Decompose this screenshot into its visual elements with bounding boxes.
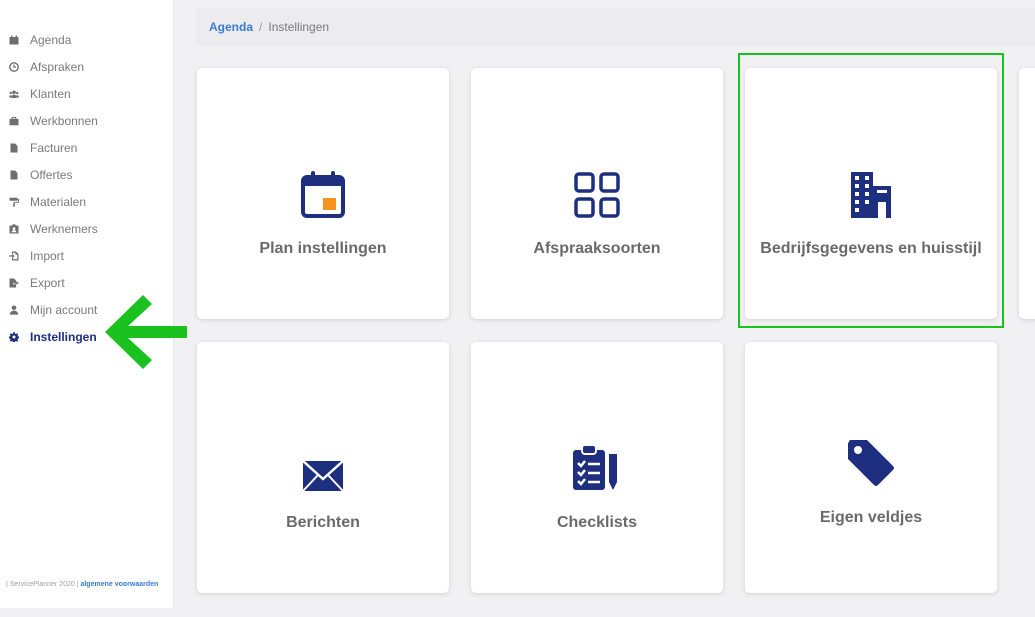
envelope-icon xyxy=(302,432,344,492)
sidebar-item-afspraken[interactable]: Afspraken xyxy=(0,53,173,80)
card-eigen-veldjes[interactable]: Eigen veldjes xyxy=(745,342,997,593)
breadcrumb-link-agenda[interactable]: Agenda xyxy=(209,20,253,34)
card-bedrijfsgegevens[interactable]: Bedrijfsgegevens en huisstijl xyxy=(745,68,997,319)
sidebar-item-werkbonnen[interactable]: Werkbonnen xyxy=(0,107,173,134)
users-icon xyxy=(8,88,20,100)
sidebar-item-werknemers[interactable]: Werknemers xyxy=(0,215,173,242)
sidebar-item-offertes[interactable]: Offertes xyxy=(0,161,173,188)
sidebar-item-klanten[interactable]: Klanten xyxy=(0,80,173,107)
card-label: Berichten xyxy=(286,514,360,531)
tag-icon xyxy=(847,427,895,487)
calendar-icon xyxy=(301,158,345,218)
sidebar-item-label: Werknemers xyxy=(30,221,98,236)
clock-icon xyxy=(8,61,20,73)
sidebar-item-label: Materialen xyxy=(30,194,87,209)
breadcrumb-current: Instellingen xyxy=(268,20,330,34)
sidebar-item-label: Offertes xyxy=(30,167,73,182)
sidebar-item-label: Klanten xyxy=(30,86,71,101)
sidebar-item-label: Werkbonnen xyxy=(30,113,98,128)
card-label: Plan instellingen xyxy=(259,240,387,257)
sidebar-item-facturen[interactable]: Facturen xyxy=(0,134,173,161)
card-label: Bedrijfsgegevens en huisstijl xyxy=(760,240,982,257)
card-label: Checklists xyxy=(556,514,638,531)
building-icon xyxy=(851,158,891,218)
grid-icon xyxy=(574,158,620,218)
sidebar-item-materialen[interactable]: Materialen xyxy=(0,188,173,215)
sidebar-item-label: Facturen xyxy=(30,140,78,155)
sidebar-item-label: Agenda xyxy=(30,32,72,47)
export-icon xyxy=(8,277,20,289)
card-checklists[interactable]: Checklists xyxy=(471,342,723,593)
id-badge-icon xyxy=(8,223,20,235)
calendar-icon xyxy=(8,34,20,46)
gear-icon xyxy=(8,331,20,343)
briefcase-icon xyxy=(8,115,20,127)
card-plan-instellingen[interactable]: Plan instellingen xyxy=(197,68,449,319)
clipboard-check-icon xyxy=(573,432,621,492)
import-icon xyxy=(8,250,20,262)
card-label: Eigen veldjes xyxy=(819,509,923,526)
sidebar-item-export[interactable]: Export xyxy=(0,269,173,296)
card-partial[interactable] xyxy=(1019,68,1035,319)
sidebar-footer: | ServicePlanner 2020 | algemene voorwaa… xyxy=(6,581,158,588)
terms-link[interactable]: algemene voorwaarden xyxy=(80,581,158,588)
file-icon xyxy=(8,142,20,154)
sidebar-item-label: Export xyxy=(30,275,65,290)
copyright-text: | ServicePlanner 2020 | xyxy=(6,581,79,588)
sidebar-item-label: Instellingen xyxy=(30,329,97,344)
card-label: Afspraaksoorten xyxy=(533,240,661,257)
sidebar-item-label: Import xyxy=(30,248,65,263)
breadcrumb: Agenda / Instellingen xyxy=(196,8,1035,46)
sidebar-item-label: Afspraken xyxy=(30,59,85,74)
user-icon xyxy=(8,304,20,316)
sidebar-item-import[interactable]: Import xyxy=(0,242,173,269)
file-icon xyxy=(8,169,20,181)
paint-roller-icon xyxy=(8,196,20,208)
sidebar-item-agenda[interactable]: Agenda xyxy=(0,26,173,53)
card-berichten[interactable]: Berichten xyxy=(197,342,449,593)
sidebar-item-label: Mijn account xyxy=(30,302,98,317)
card-afspraaksoorten[interactable]: Afspraaksoorten xyxy=(471,68,723,319)
breadcrumb-separator: / xyxy=(259,20,263,34)
arrow-left-icon xyxy=(105,295,187,369)
